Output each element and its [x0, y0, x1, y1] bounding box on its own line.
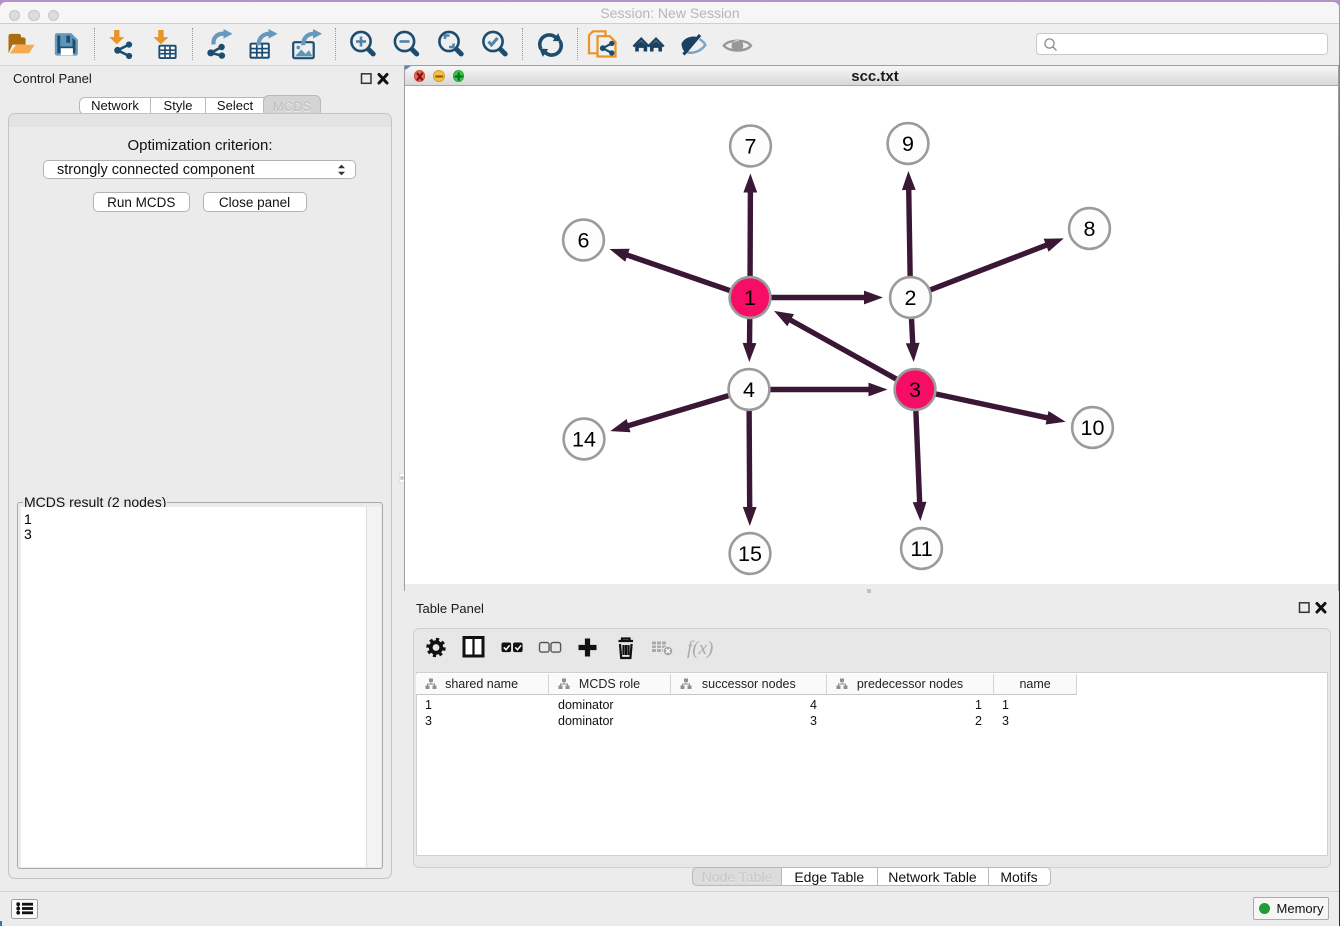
svg-text:10: 10 [1081, 416, 1105, 440]
svg-text:4: 4 [743, 378, 755, 402]
svg-text:15: 15 [738, 542, 762, 566]
svg-text:14: 14 [572, 428, 596, 452]
svg-text:9: 9 [902, 132, 914, 156]
svg-text:3: 3 [909, 378, 921, 402]
svg-text:f(x): f(x) [687, 638, 713, 659]
svg-text:2: 2 [905, 286, 917, 310]
svg-text:7: 7 [745, 135, 757, 159]
svg-text:8: 8 [1084, 217, 1096, 241]
svg-text:11: 11 [910, 537, 932, 561]
svg-text:6: 6 [578, 229, 590, 253]
svg-text:1: 1 [744, 286, 756, 310]
